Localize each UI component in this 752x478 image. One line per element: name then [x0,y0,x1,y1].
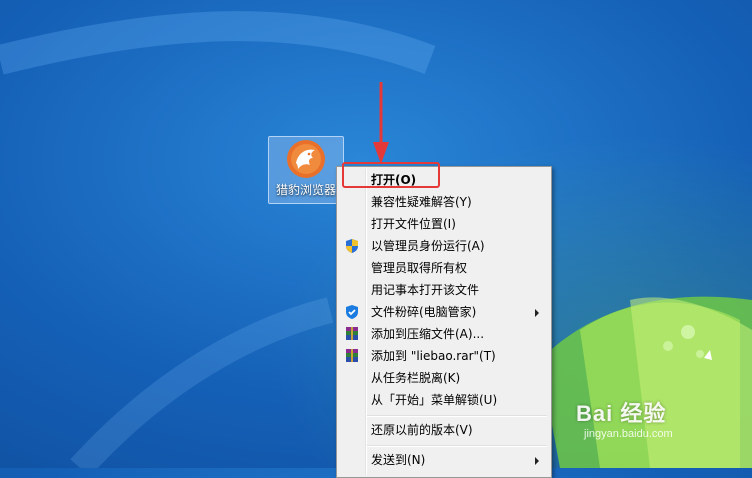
watermark-main: Bai 经验 [576,401,667,426]
context-menu: 打开(O) 兼容性疑难解答(Y) 打开文件位置(I) 以管理员身份运行(A) 管… [336,166,552,478]
menu-item-label: 添加到压缩文件(A)... [371,327,485,341]
menu-item-open-file-location[interactable]: 打开文件位置(I) [339,213,547,235]
baidu-watermark: Bai 经验 jingyan.baidu.com [576,396,746,466]
menu-separator [367,445,547,447]
menu-item-label: 文件粉碎(电脑管家) [371,305,477,319]
submenu-arrow-icon [535,457,539,465]
liebao-browser-icon [287,140,325,178]
tencent-shield-icon [346,305,358,319]
menu-item-open-with-notepad[interactable]: 用记事本打开该文件 [339,279,547,301]
red-highlight-box [342,162,440,188]
menu-item-run-as-admin[interactable]: 以管理员身份运行(A) [339,235,547,257]
red-arrow-annotation [373,82,389,164]
menu-item-label: 兼容性疑难解答(Y) [371,195,472,209]
menu-item-label: 以管理员身份运行(A) [371,239,485,253]
menu-item-label: 从「开始」菜单解锁(U) [371,393,498,407]
menu-item-label: 用记事本打开该文件 [371,283,480,297]
winrar-icon [346,327,358,340]
menu-item-label: 从任务栏脱离(K) [371,371,461,385]
desktop[interactable]: 猎豹浏览器 打开(O) 兼容性疑难解答(Y) 打开文件位置(I) 以管理员身份运… [0,0,752,478]
menu-item-label: 还原以前的版本(V) [371,423,473,437]
menu-item-unpin-taskbar[interactable]: 从任务栏脱离(K) [339,367,547,389]
menu-item-take-ownership[interactable]: 管理员取得所有权 [339,257,547,279]
menu-item-label: 打开文件位置(I) [371,217,456,231]
menu-separator [367,415,547,417]
uac-shield-icon [346,239,358,253]
menu-item-compat-troubleshoot[interactable]: 兼容性疑难解答(Y) [339,191,547,213]
desktop-icon-liebao[interactable]: 猎豹浏览器 [268,136,344,204]
desktop-icon-label: 猎豹浏览器 [275,183,336,197]
menu-item-add-to-liebao-rar[interactable]: 添加到 "liebao.rar"(T) [339,345,547,367]
submenu-arrow-icon [535,309,539,317]
menu-item-label: 管理员取得所有权 [371,261,468,275]
menu-item-unpin-start[interactable]: 从「开始」菜单解锁(U) [339,389,547,411]
menu-item-label: 添加到 "liebao.rar"(T) [371,349,496,363]
watermark-sub: jingyan.baidu.com [584,428,673,440]
menu-item-add-to-archive[interactable]: 添加到压缩文件(A)... [339,323,547,345]
winrar-icon [346,349,358,362]
menu-item-file-shred[interactable]: 文件粉碎(电脑管家) [339,301,547,323]
menu-item-restore-previous-versions[interactable]: 还原以前的版本(V) [339,419,547,441]
